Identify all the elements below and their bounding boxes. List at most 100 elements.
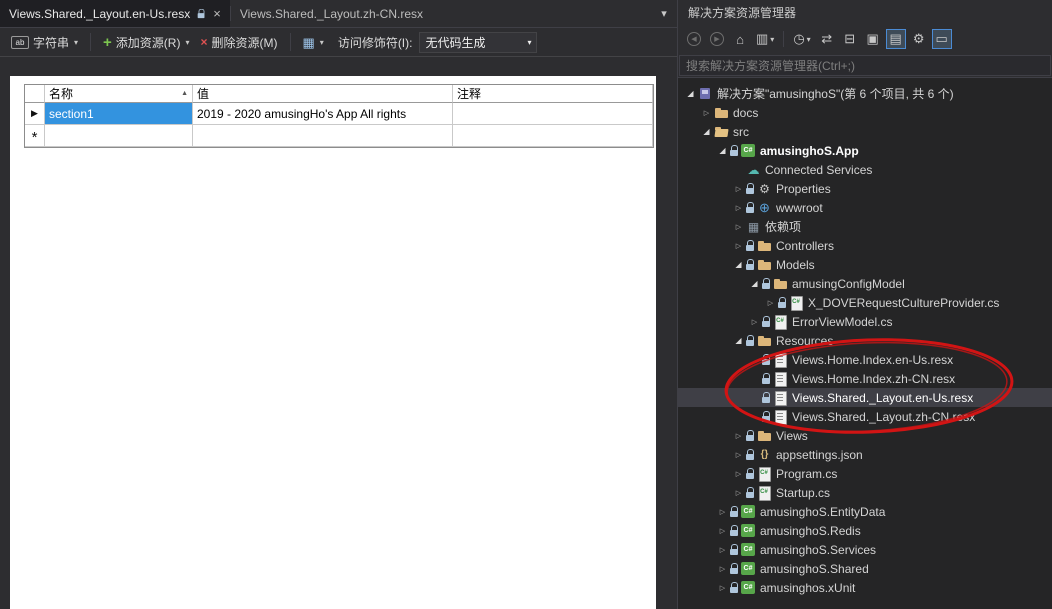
expanded-arrow-icon[interactable]: ◢ — [732, 260, 745, 269]
tree-item[interactable]: Views.Shared._Layout.en-Us.resx — [678, 388, 1052, 407]
grid-corner-cell — [25, 85, 45, 103]
tree-item[interactable]: Views.Home.Index.zh-CN.resx — [678, 369, 1052, 388]
collapsed-arrow-icon[interactable]: ▷ — [700, 109, 713, 117]
tree-item[interactable]: ▷ Views — [678, 426, 1052, 445]
lock-icon — [761, 353, 772, 366]
folder-open-icon — [713, 124, 730, 139]
tree-item[interactable]: ▷ amusinghoS.EntityData — [678, 502, 1052, 521]
tab-views-shared-layout-zh-cn[interactable]: Views.Shared._Layout.zh-CN.resx — [231, 0, 432, 27]
collapsed-arrow-icon[interactable]: ▷ — [732, 489, 745, 497]
document-pane: Views.Shared._Layout.en-Us.resx × Views.… — [0, 0, 677, 609]
tree-item[interactable]: ▷ amusinghoS.Redis — [678, 521, 1052, 540]
expanded-arrow-icon[interactable]: ◢ — [700, 127, 713, 136]
expanded-arrow-icon[interactable]: ◢ — [748, 279, 761, 288]
collapsed-arrow-icon[interactable]: ▷ — [732, 185, 745, 193]
close-icon[interactable]: × — [213, 7, 221, 20]
tree-item[interactable]: ◢ src — [678, 122, 1052, 141]
forward-icon[interactable]: ▶ — [707, 29, 727, 49]
toolbar-separator — [289, 33, 291, 51]
tree-item[interactable]: ▷ Controllers — [678, 236, 1052, 255]
collapsed-arrow-icon[interactable]: ▷ — [732, 432, 745, 440]
lock-icon — [761, 277, 772, 290]
collapsed-arrow-icon[interactable]: ▷ — [732, 204, 745, 212]
collapsed-arrow-icon[interactable]: ▷ — [732, 451, 745, 459]
lock-icon — [745, 467, 756, 480]
tree-item[interactable]: ▷ docs — [678, 103, 1052, 122]
tree-item[interactable]: Views.Home.Index.en-Us.resx — [678, 350, 1052, 369]
tree-item[interactable]: Views.Shared._Layout.zh-CN.resx — [678, 407, 1052, 426]
collapsed-arrow-icon[interactable]: ▷ — [732, 223, 745, 231]
expanded-arrow-icon[interactable]: ◢ — [732, 336, 745, 345]
tree-item[interactable]: ▷ ErrorViewModel.cs — [678, 312, 1052, 331]
home-icon[interactable]: ⌂ — [730, 29, 750, 49]
view-layout-dropdown[interactable]: ▦ ▾ — [300, 34, 327, 51]
collapsed-arrow-icon[interactable]: ▷ — [732, 242, 745, 250]
tree-item[interactable]: ▷ Program.cs — [678, 464, 1052, 483]
filter-icon[interactable]: ▥ ▾ — [753, 29, 777, 49]
tree-item[interactable]: ◢ 解决方案"amusinghoS"(第 6 个项目, 共 6 个) — [678, 84, 1052, 103]
tree-item[interactable]: ◢ Resources — [678, 331, 1052, 350]
tab-views-shared-layout-en-us[interactable]: Views.Shared._Layout.en-Us.resx × — [0, 0, 230, 27]
collapse-all-icon-glyph: ⊟ — [844, 31, 856, 46]
name-cell[interactable] — [45, 125, 193, 147]
preview-selected-items-icon[interactable]: ▭ — [931, 29, 952, 49]
value-cell[interactable] — [193, 125, 453, 147]
globe-icon — [756, 200, 773, 215]
resx-icon — [772, 371, 789, 387]
folder-icon — [756, 257, 773, 272]
access-modifier-label: 访问修饰符(I): — [337, 35, 413, 50]
comment-cell[interactable] — [453, 103, 653, 125]
tree-item[interactable]: ▷ Startup.cs — [678, 483, 1052, 502]
wrench-icon[interactable]: ⚙ — [909, 29, 929, 49]
tree-item[interactable]: ▷ 依赖项 — [678, 217, 1052, 236]
expanded-arrow-icon[interactable]: ◢ — [716, 146, 729, 155]
collapsed-arrow-icon[interactable]: ▷ — [764, 299, 777, 307]
comment-cell[interactable] — [453, 125, 653, 147]
lock-icon — [777, 296, 788, 309]
collapsed-arrow-icon[interactable]: ▷ — [716, 565, 729, 573]
tree-item[interactable]: ▷ amusinghoS.Shared — [678, 559, 1052, 578]
tree-item-label: Models — [776, 257, 815, 272]
tree-item[interactable]: ◢ amusinghoS.App — [678, 141, 1052, 160]
access-modifier-select[interactable]: 无代码生成 ▾ — [419, 31, 538, 53]
tree-item[interactable]: Connected Services — [678, 160, 1052, 179]
resource-type-dropdown[interactable]: ab 字符串 ▾ — [8, 32, 81, 53]
tree-item-label: amusinghoS.Shared — [760, 561, 869, 576]
column-header-name[interactable]: 名称 ▲ — [45, 85, 193, 103]
tree-item[interactable]: ◢ amusingConfigModel — [678, 274, 1052, 293]
collapsed-arrow-icon[interactable]: ▷ — [716, 508, 729, 516]
back-icon[interactable]: ◀ — [684, 29, 704, 49]
sync-with-active-document-icon[interactable]: ⇄ — [817, 29, 837, 49]
resx-icon — [772, 352, 789, 368]
folder-icon — [756, 238, 773, 253]
solution-search-input[interactable]: 搜索解决方案资源管理器(Ctrl+;) — [679, 55, 1051, 76]
tree-item[interactable]: ▷ Properties — [678, 179, 1052, 198]
collapsed-arrow-icon[interactable]: ▷ — [748, 318, 761, 326]
properties-window-icon[interactable]: ▣ — [863, 29, 883, 49]
tree-item-label: wwwroot — [776, 200, 823, 215]
collapsed-arrow-icon[interactable]: ▷ — [716, 584, 729, 592]
collapse-all-icon[interactable]: ⊟ — [840, 29, 860, 49]
delete-resource-button[interactable]: × 删除资源(M) — [197, 32, 280, 53]
tree-item[interactable]: ▷ X_DOVERequestCultureProvider.cs — [678, 293, 1052, 312]
chevron-down-icon: ▾ — [185, 37, 190, 47]
column-header-comment[interactable]: 注释 — [453, 85, 653, 103]
tree-item[interactable]: ▷ appsettings.json — [678, 445, 1052, 464]
name-cell-selected[interactable]: section1 — [45, 103, 193, 125]
show-all-files-icon[interactable]: ▤ — [885, 29, 906, 49]
column-header-value[interactable]: 值 — [193, 85, 453, 103]
lock-icon — [729, 524, 740, 537]
lock-icon — [729, 562, 740, 575]
collapsed-arrow-icon[interactable]: ▷ — [716, 527, 729, 535]
collapsed-arrow-icon[interactable]: ▷ — [716, 546, 729, 554]
tree-item[interactable]: ▷ amusinghoS.Services — [678, 540, 1052, 559]
collapsed-arrow-icon[interactable]: ▷ — [732, 470, 745, 478]
tree-item[interactable]: ▷ amusinghos.xUnit — [678, 578, 1052, 597]
pending-changes-filter-icon[interactable]: ◷ ▾ — [790, 29, 813, 49]
tree-item[interactable]: ▷ wwwroot — [678, 198, 1052, 217]
document-list-icon[interactable]: ▾ — [651, 0, 677, 27]
expanded-arrow-icon[interactable]: ◢ — [684, 89, 697, 98]
value-cell[interactable]: 2019 - 2020 amusingHo's App All rights — [193, 103, 453, 125]
add-resource-button[interactable]: + 添加资源(R) ▾ — [100, 32, 192, 53]
tree-item[interactable]: ◢ Models — [678, 255, 1052, 274]
